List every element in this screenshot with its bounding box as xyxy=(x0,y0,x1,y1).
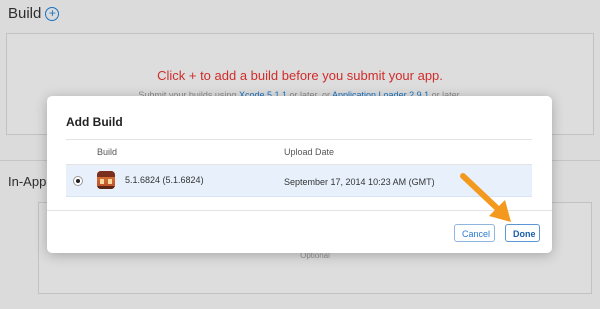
radio-selected-dot xyxy=(76,179,80,183)
column-header-build: Build xyxy=(97,147,118,157)
column-header-upload-date: Upload Date xyxy=(284,147,335,157)
annotation-arrow-icon xyxy=(460,173,511,222)
app-icon xyxy=(97,171,115,189)
build-upload-date: September 17, 2014 10:23 AM (GMT) xyxy=(284,177,435,187)
build-radio-button[interactable] xyxy=(73,176,83,186)
table-header: Build Upload Date xyxy=(66,139,532,165)
dialog-title: Add Build xyxy=(66,115,123,129)
build-version: 5.1.6824 (5.1.6824) xyxy=(125,175,204,185)
